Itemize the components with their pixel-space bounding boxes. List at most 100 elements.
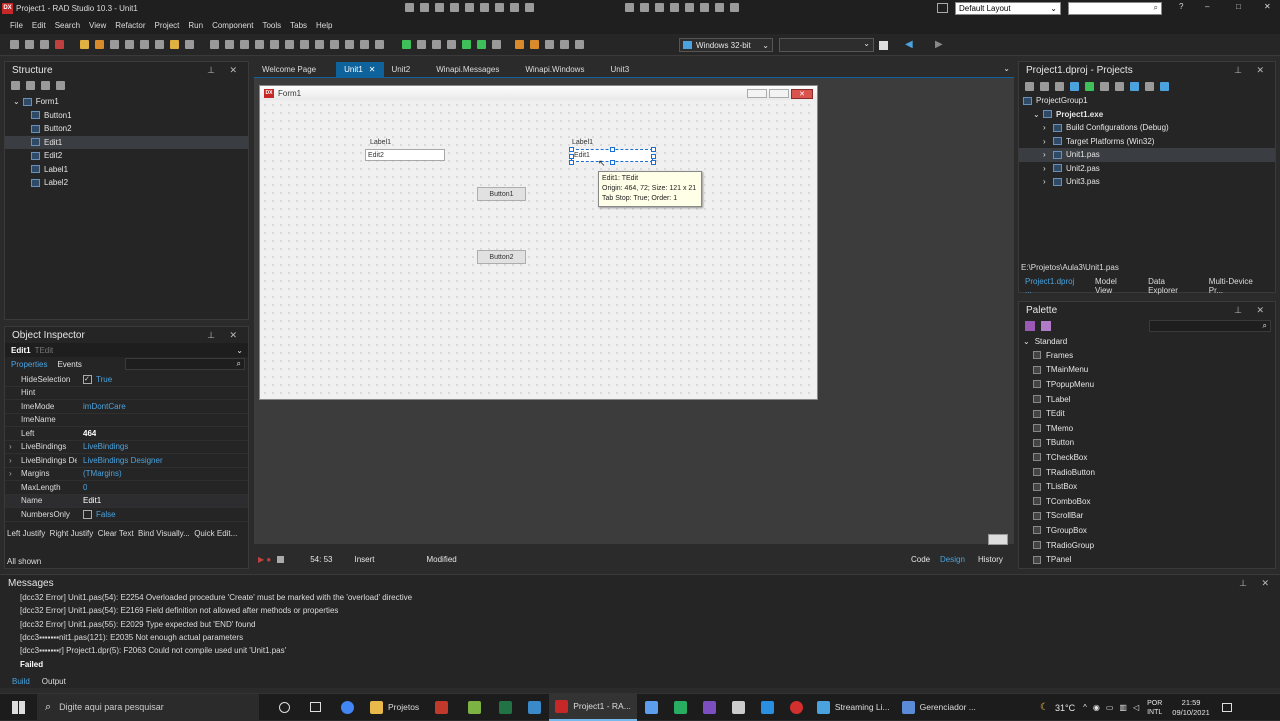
tool-icon[interactable] — [730, 3, 739, 12]
app-icon[interactable] — [468, 700, 482, 714]
taskbar-rad-studio[interactable]: Project1 - RA... — [549, 693, 637, 721]
tool-icon[interactable] — [670, 3, 679, 12]
tab-model-view[interactable]: Model View — [1089, 277, 1142, 295]
creation-order-icon[interactable] — [330, 40, 339, 49]
message-line[interactable]: [dcc32 Error] Unit1.pas(55): E2029 Type … — [0, 618, 1280, 631]
resize-handle[interactable] — [569, 154, 574, 159]
form-designer[interactable]: DX Form1 ✕ Label1 Edit2 Label1 Edit1 ↖ E… — [254, 78, 1014, 545]
property-row[interactable]: ImeMode imDontCare — [5, 400, 248, 414]
build-icon[interactable] — [515, 40, 524, 49]
property-value[interactable]: (TMargins) — [77, 469, 122, 478]
view-icon[interactable] — [1160, 81, 1169, 91]
tab-properties[interactable]: Properties — [11, 360, 47, 369]
tab-unit1[interactable]: Unit1 ✕ — [336, 62, 384, 77]
palette-item[interactable]: Frames — [1019, 348, 1275, 363]
remove-icon[interactable] — [1055, 81, 1064, 91]
menu-component[interactable]: Component — [212, 21, 253, 30]
view-unit-icon[interactable] — [140, 40, 149, 49]
palette-view-icon[interactable] — [1025, 321, 1035, 331]
save-all-icon[interactable] — [95, 40, 104, 49]
app-icon[interactable] — [673, 700, 687, 714]
resize-handle[interactable] — [651, 154, 656, 159]
layout-icon[interactable] — [420, 3, 429, 12]
palette-category[interactable]: ⌄ Standard — [1019, 334, 1275, 348]
property-row[interactable]: MaxLength 0 — [5, 481, 248, 495]
align-bottom-icon[interactable] — [255, 40, 264, 49]
chrome-icon[interactable] — [341, 700, 354, 714]
edit2[interactable]: Edit2 — [365, 149, 445, 161]
palette-item[interactable]: TRadioButton — [1019, 465, 1275, 480]
vscode-icon[interactable] — [760, 700, 774, 714]
space-icon[interactable] — [285, 40, 294, 49]
tab-data-explorer[interactable]: Data Explorer — [1142, 277, 1203, 295]
collapse-icon[interactable] — [1115, 81, 1124, 91]
open-project-icon[interactable] — [80, 40, 89, 49]
layout-icon[interactable] — [405, 3, 414, 12]
chevron-down-icon[interactable]: ⌄ — [13, 97, 20, 106]
menu-file[interactable]: File — [10, 21, 23, 30]
chevron-right-icon[interactable]: › — [1043, 137, 1049, 146]
remove-file-icon[interactable] — [125, 40, 134, 49]
stop-macro-icon[interactable] — [277, 555, 285, 563]
palette-item[interactable]: TMainMenu — [1019, 363, 1275, 378]
property-row[interactable]: › LiveBindings LiveBindings — [5, 441, 248, 454]
tab-build[interactable]: Build — [6, 674, 36, 688]
property-row[interactable]: Left 464 — [5, 427, 248, 441]
step-out-icon[interactable] — [492, 40, 501, 49]
save-icon[interactable] — [40, 40, 49, 49]
designer-guidelines-icon[interactable] — [988, 534, 1008, 545]
close-file-icon[interactable] — [55, 40, 64, 49]
align-left-icon[interactable] — [210, 40, 219, 49]
taskbar-gerenciador[interactable]: Gerenciador ... — [896, 694, 982, 721]
stop-icon[interactable] — [447, 40, 456, 49]
desktop-layout-icon[interactable] — [937, 3, 948, 13]
sync-icon[interactable] — [1085, 81, 1094, 91]
tab-history[interactable]: History — [978, 555, 1003, 564]
chevron-right-icon[interactable]: › — [1043, 164, 1049, 173]
excel-icon[interactable] — [499, 700, 513, 714]
up-arrow-icon[interactable] — [41, 80, 50, 90]
taskbar-search[interactable]: ⌕ Digite aqui para pesquisar — [37, 693, 259, 721]
activate-icon[interactable] — [1070, 81, 1079, 91]
tab-order-icon[interactable] — [315, 40, 324, 49]
run-icon[interactable] — [402, 40, 411, 49]
chevron-right-icon[interactable]: › — [1043, 177, 1049, 186]
battery-icon[interactable]: ▭ — [1106, 703, 1114, 712]
checkbox[interactable] — [83, 509, 92, 519]
tool-icon[interactable] — [655, 3, 664, 12]
property-row[interactable]: Name Edit1 — [5, 494, 248, 508]
taskbar-streaming[interactable]: Streaming Li... — [811, 694, 896, 721]
project-item[interactable]: ProjectGroup1 — [1019, 94, 1275, 108]
tab-winapi-messages[interactable]: Winapi.Messages — [428, 62, 507, 77]
message-line[interactable]: [dcc3▪▪▪▪▪▪▪r] Project1.dpr(5): F2063 Co… — [0, 644, 1280, 657]
property-value[interactable]: Edit1 — [77, 496, 101, 505]
form-window[interactable]: DX Form1 ✕ Label1 Edit2 Label1 Edit1 ↖ E… — [259, 85, 818, 400]
center-icon[interactable] — [270, 40, 279, 49]
bring-front-icon[interactable] — [360, 40, 369, 49]
maximize-button[interactable]: □ — [1236, 2, 1241, 11]
project-item[interactable]: › Unit1.pas — [1019, 148, 1275, 162]
button2[interactable]: Button2 — [477, 250, 526, 264]
run-without-debug-icon[interactable] — [417, 40, 426, 49]
tab-welcome-page[interactable]: Welcome Page — [254, 62, 324, 77]
filezilla-icon[interactable] — [435, 700, 449, 714]
tab-output[interactable]: Output — [36, 674, 72, 688]
tool-icon[interactable] — [625, 3, 634, 12]
tab-events[interactable]: Events — [57, 360, 81, 369]
menu-help[interactable]: Help — [316, 21, 332, 30]
form-maximize-button[interactable] — [769, 89, 789, 98]
property-value[interactable]: LiveBindings Designer — [77, 456, 163, 465]
align-icon[interactable] — [465, 3, 474, 12]
align-top-icon[interactable] — [240, 40, 249, 49]
tab-unit3[interactable]: Unit3 — [602, 62, 637, 77]
property-value[interactable]: imDontCare — [77, 402, 126, 411]
property-row[interactable]: ImeName — [5, 414, 248, 427]
palette-item[interactable]: TMemo — [1019, 421, 1275, 436]
config-icon[interactable] — [575, 40, 584, 49]
menu-search[interactable]: Search — [55, 21, 80, 30]
checkbox[interactable]: ✓ — [83, 374, 92, 384]
app-icon[interactable] — [644, 700, 658, 714]
close-button[interactable]: ✕ — [1264, 2, 1271, 11]
align-icon[interactable] — [510, 3, 519, 12]
structure-item[interactable]: Edit2 — [5, 149, 248, 163]
